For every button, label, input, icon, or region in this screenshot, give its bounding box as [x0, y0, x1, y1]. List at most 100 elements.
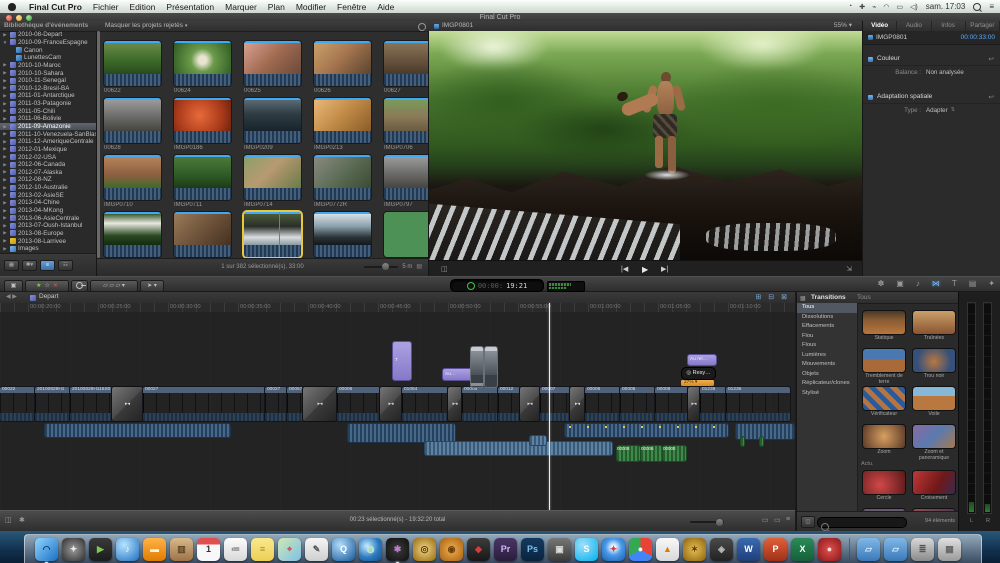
powerpoint-icon[interactable]: P — [764, 538, 787, 561]
transition-category[interactable]: Effacements — [797, 322, 857, 332]
new-event-button[interactable]: ▦ — [4, 260, 19, 271]
connected-audio-green-clip[interactable]: 00006 — [641, 446, 662, 461]
transition-item[interactable] — [913, 425, 955, 448]
browser-clip[interactable] — [174, 41, 231, 86]
disclosure-triangle[interactable]: ▶ — [2, 169, 8, 175]
storyline-clip[interactable]: 01236 — [726, 387, 790, 421]
premiere-icon[interactable]: Pr — [494, 538, 517, 561]
apple-icon[interactable] — [8, 3, 16, 11]
sidebar-event-item[interactable]: ▶2011-03-Patagonie — [0, 100, 96, 108]
sidebar-event-item[interactable]: ▶2012-08-NZ — [0, 176, 96, 184]
sidebar-event-item[interactable]: ▶2011-06-Bolivie — [0, 115, 96, 123]
media-browser-icon-6[interactable]: ✦ — [988, 279, 995, 288]
menu-item-aide[interactable]: Aide — [377, 2, 394, 12]
menu-status-icon[interactable]: ◔ — [848, 3, 852, 11]
transition-item[interactable] — [913, 349, 955, 372]
next-frame-button[interactable]: ▶| — [661, 265, 668, 273]
sidebar-event-item[interactable]: ▶2010-08-Depart — [0, 31, 96, 39]
browser-clip[interactable] — [384, 41, 428, 86]
toast-icon[interactable]: ◉ — [440, 538, 463, 561]
storyline-clip[interactable]: 00006 — [462, 387, 498, 421]
sidebar-event-item[interactable]: ▶2013-04-MKong — [0, 207, 96, 215]
storyline-clip[interactable]: 00006 — [585, 387, 620, 421]
transition-category[interactable]: Dissolutions — [797, 313, 857, 323]
disclosure-triangle[interactable]: ▶ — [2, 139, 8, 145]
title-clip[interactable]: Au rel… — [688, 355, 716, 365]
sidebar-event-item[interactable]: ▶2010-11-Senegal — [0, 77, 96, 85]
folder-documents-icon[interactable]: ▱ — [857, 538, 880, 561]
tab-vidéo[interactable]: Vidéo — [863, 21, 897, 31]
menu-item-edition[interactable]: Edition — [129, 2, 155, 12]
sidebar-event-item[interactable]: ▶2011-05-Chili — [0, 107, 96, 115]
storyline-clip[interactable]: 20100829H115S01 — [70, 387, 112, 421]
storyline-clip[interactable]: 00012 — [498, 387, 520, 421]
storyline-clip[interactable]: 00008 — [655, 387, 688, 421]
maps-icon[interactable]: ⌖ — [278, 538, 301, 561]
disclosure-triangle[interactable]: ▶ — [2, 78, 8, 84]
transition-category[interactable]: Réplicateur/clones — [797, 379, 857, 389]
browser-clip[interactable] — [104, 98, 161, 143]
connected-video-clip[interactable] — [471, 347, 483, 387]
red-app-icon[interactable]: ● — [818, 538, 841, 561]
sidebar-event-item[interactable]: ▶2011-01-Antarctique — [0, 92, 96, 100]
disclosure-triangle[interactable]: ▶ — [2, 85, 8, 91]
timeline-history-arrows[interactable]: ◀ ▶ — [6, 293, 17, 300]
browser-zoom-control[interactable]: 5 m ▤ — [364, 263, 422, 270]
calendar-icon[interactable]: 1 — [197, 538, 220, 561]
itunes-u-icon[interactable]: ◆ — [467, 538, 490, 561]
storyline-clip[interactable]: 00008 — [620, 387, 655, 421]
sidebar-event-item[interactable]: ▶2013-02-AsieSE — [0, 191, 96, 199]
connected-audio-clip[interactable] — [736, 424, 794, 439]
photoshop-icon[interactable]: Ps — [521, 538, 544, 561]
two-up-icon[interactable]: ◫ — [441, 265, 448, 273]
disclosure-triangle[interactable]: ▶ — [2, 101, 8, 107]
excel-icon[interactable]: X — [791, 538, 814, 561]
disclosure-triangle[interactable]: ▶ — [2, 116, 8, 122]
tool-selector-button[interactable]: ➤ ▾ — [140, 280, 164, 292]
param-value[interactable]: Non analysée — [926, 69, 964, 76]
sidebar-event-item[interactable]: ▶2011-09-Amazonie — [0, 123, 96, 131]
transition-item[interactable] — [863, 311, 905, 334]
browser-clip[interactable] — [104, 155, 161, 200]
disclosure-triangle[interactable]: ▶ — [2, 131, 8, 137]
menu-status-icon[interactable]: ▭ — [896, 3, 903, 11]
menu-item-marquer[interactable]: Marquer — [225, 2, 257, 12]
stepper-icon[interactable]: ⇅ — [951, 107, 956, 114]
tab-infos[interactable]: Infos — [932, 21, 966, 31]
connected-audio-clip[interactable] — [348, 424, 455, 442]
spotlight-icon[interactable] — [973, 3, 981, 11]
timeline-head-icon[interactable]: ⊞ — [755, 293, 761, 301]
connected-audio-green-clip[interactable]: 00008 — [663, 446, 686, 461]
transition-item[interactable] — [913, 471, 955, 494]
transitions-search-field[interactable] — [817, 517, 907, 528]
connected-audio-green-clip[interactable]: 00008 — [617, 446, 640, 461]
audio-meters-mini[interactable] — [547, 281, 585, 292]
transition-clip[interactable]: ▸◂ — [570, 387, 585, 421]
final-cut-pro-icon[interactable]: ✱ — [386, 538, 409, 561]
transition-item[interactable] — [913, 387, 955, 410]
transition-item[interactable] — [863, 425, 905, 448]
quicktime-icon[interactable]: Q — [332, 538, 355, 561]
itunes-icon[interactable]: ♪ — [116, 538, 139, 561]
background-tasks-icon[interactable] — [467, 282, 475, 290]
menu-item-plan[interactable]: Plan — [268, 2, 285, 12]
param-value[interactable]: Adapter — [926, 107, 948, 114]
transition-category[interactable]: Stylisé — [797, 389, 857, 399]
menu-status-icon[interactable]: ⌁ — [872, 3, 876, 11]
storyline-clip[interactable]: 00006 — [337, 387, 380, 421]
disclosure-triangle[interactable]: ▼ — [2, 40, 8, 45]
disclosure-triangle[interactable]: ▶ — [2, 62, 8, 68]
transition-clip[interactable]: ▸◂ — [520, 387, 540, 421]
browser-clip[interactable] — [174, 212, 231, 257]
timeline-tracks[interactable]: 0002220100829H120100829H115S01▸◂00027000… — [0, 312, 795, 510]
sidebar-event-item[interactable]: ▶2010-12-Bresil-BA — [0, 84, 96, 92]
viewer-zoom-menu[interactable]: 55% ▾ — [834, 21, 852, 31]
browser-clip[interactable] — [104, 41, 161, 86]
browser-clip[interactable] — [314, 212, 371, 257]
keyword-tool-button[interactable] — [71, 280, 88, 292]
import-media-button[interactable]: ▣ — [4, 280, 23, 292]
connected-audio-green-clip[interactable] — [760, 437, 763, 446]
storyline-clip[interactable]: 00027 — [265, 387, 287, 421]
dark-app-icon[interactable]: ◈ — [710, 538, 733, 561]
timeline-options-button[interactable]: ≡ — [786, 516, 790, 523]
